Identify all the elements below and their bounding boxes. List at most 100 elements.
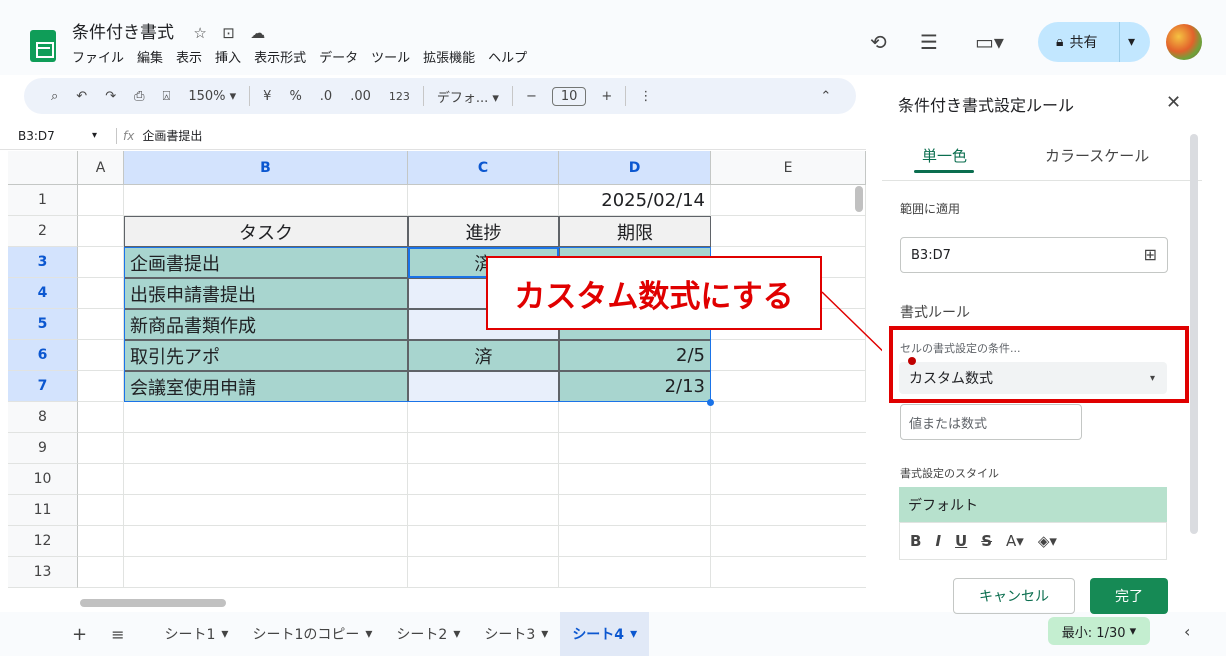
cell-d2[interactable]: 期限 [559, 216, 711, 247]
row-header[interactable]: 12 [8, 526, 78, 557]
row-header[interactable]: 10 [8, 464, 78, 495]
cell-d1[interactable]: 2025/02/14 [559, 185, 711, 216]
menu-view[interactable]: 表示 [176, 47, 202, 66]
fill-handle[interactable] [707, 399, 714, 406]
sheet-tab[interactable]: シート3 ▾ [472, 612, 560, 656]
search-menus-icon[interactable]: ⌕ [42, 89, 67, 104]
cell-c1[interactable] [408, 185, 559, 216]
cell-b3[interactable]: 企画書提出 [124, 247, 408, 278]
currency-format-button[interactable]: ¥ [254, 89, 280, 104]
menu-help[interactable]: ヘルプ [488, 47, 527, 66]
text-color-icon[interactable]: A▾ [1006, 532, 1024, 550]
row-header[interactable]: 5 [8, 309, 78, 340]
tab-single-color[interactable]: 単一色 [922, 145, 967, 166]
row-header[interactable]: 3 [8, 247, 78, 278]
row-header[interactable]: 8 [8, 402, 78, 433]
empty-cells[interactable] [78, 402, 866, 588]
cell-c7[interactable] [408, 371, 559, 402]
close-icon[interactable]: ✕ [1166, 92, 1181, 113]
done-button[interactable]: 完了 [1090, 578, 1168, 614]
cancel-button[interactable]: キャンセル [953, 578, 1075, 614]
select-all-corner[interactable] [8, 151, 78, 185]
sheets-logo-icon[interactable] [30, 30, 56, 62]
tab-color-scale[interactable]: カラースケール [1045, 145, 1149, 166]
vertical-scrollbar[interactable] [855, 186, 863, 212]
italic-icon[interactable]: I [935, 532, 941, 550]
col-header-a[interactable]: A [78, 151, 124, 185]
paint-format-icon[interactable]: ⍓ [154, 89, 180, 104]
add-sheet-icon[interactable]: + [60, 612, 99, 656]
increase-font-size-icon[interactable]: + [592, 89, 621, 104]
decrease-font-size-icon[interactable]: − [517, 89, 546, 104]
panel-scrollbar[interactable] [1190, 134, 1198, 534]
col-header-b[interactable]: B [124, 151, 408, 185]
strikethrough-icon[interactable]: S [981, 532, 992, 550]
collapse-side-panel-icon[interactable]: ‹ [1184, 622, 1190, 641]
collapse-toolbar-icon[interactable]: ⌃ [811, 89, 840, 104]
share-button[interactable]: 🔒︎ 共有 ▾ [1038, 22, 1150, 62]
avatar[interactable] [1166, 24, 1202, 60]
undo-icon[interactable]: ↶ [67, 89, 96, 104]
share-dropdown-icon[interactable]: ▾ [1120, 34, 1135, 50]
font-select[interactable]: デフォ... ▾ [428, 87, 508, 106]
row-header[interactable]: 6 [8, 340, 78, 371]
comments-icon[interactable]: ☰ [920, 30, 938, 54]
zoom-select[interactable]: 150% ▾ [179, 89, 245, 104]
row-header[interactable]: 9 [8, 433, 78, 464]
menu-insert[interactable]: 挿入 [215, 47, 241, 66]
row-header[interactable]: 7 [8, 371, 78, 402]
cell-a4[interactable] [78, 278, 124, 309]
cell-a1[interactable] [78, 185, 124, 216]
col-header-e[interactable]: E [711, 151, 866, 185]
cell-b6[interactable]: 取引先アポ [124, 340, 408, 371]
font-size-input[interactable]: 10 [551, 86, 587, 106]
col-header-d[interactable]: D [559, 151, 711, 185]
row-header[interactable]: 11 [8, 495, 78, 526]
cell-e2[interactable] [711, 216, 866, 247]
percent-format-button[interactable]: % [280, 89, 310, 104]
cell-b1[interactable] [124, 185, 408, 216]
sheet-tab[interactable]: シート1のコピー ▾ [240, 612, 384, 656]
more-formats-button[interactable]: 123 [380, 90, 419, 103]
row-header[interactable]: 4 [8, 278, 78, 309]
style-preview[interactable]: デフォルト [899, 487, 1167, 522]
bold-icon[interactable]: B [910, 532, 921, 550]
cell-d6[interactable]: 2/5 [559, 340, 711, 371]
cell-e1[interactable] [711, 185, 866, 216]
menu-edit[interactable]: 編集 [137, 47, 163, 66]
cell-c6[interactable]: 済 [408, 340, 559, 371]
row-header[interactable]: 2 [8, 216, 78, 247]
cell-b2[interactable]: タスク [124, 216, 408, 247]
menu-tools[interactable]: ツール [371, 47, 410, 66]
col-header-c[interactable]: C [408, 151, 559, 185]
fill-color-icon[interactable]: ◈▾ [1038, 532, 1057, 550]
cell-a6[interactable] [78, 340, 124, 371]
underline-icon[interactable]: U [955, 532, 967, 550]
cell-a2[interactable] [78, 216, 124, 247]
cell-b4[interactable]: 出張申請書提出 [124, 278, 408, 309]
cell-a3[interactable] [78, 247, 124, 278]
name-box-dropdown-icon[interactable]: ▾ [92, 130, 116, 141]
cell-a5[interactable] [78, 309, 124, 340]
formula-value-input[interactable]: 値または数式 [900, 404, 1082, 440]
range-input[interactable]: B3:D7 ⊞ [900, 237, 1168, 273]
formula-input[interactable]: 企画書提出 [142, 127, 202, 144]
name-box[interactable]: B3:D7 [0, 129, 92, 143]
star-icon[interactable]: ☆ [193, 24, 206, 42]
move-folder-icon[interactable]: ⊡ [222, 24, 235, 42]
menu-data[interactable]: データ [319, 47, 358, 66]
sheet-tab[interactable]: シート2 ▾ [384, 612, 472, 656]
more-icon[interactable]: ⋮ [630, 89, 661, 104]
print-icon[interactable]: ⎙ [125, 89, 153, 104]
row-header[interactable]: 1 [8, 185, 78, 216]
row-header[interactable]: 13 [8, 557, 78, 588]
cell-e7[interactable] [711, 371, 866, 402]
horizontal-scrollbar[interactable] [80, 599, 226, 607]
menu-format[interactable]: 表示形式 [254, 47, 306, 66]
sheet-tab[interactable]: シート1 ▾ [153, 612, 241, 656]
cell-c2[interactable]: 進捗 [408, 216, 559, 247]
cell-b5[interactable]: 新商品書類作成 [124, 309, 408, 340]
cell-b7[interactable]: 会議室使用申請 [124, 371, 408, 402]
meet-icon[interactable]: ▭▾ [975, 30, 1004, 54]
version-history-icon[interactable]: ⟲ [870, 30, 887, 54]
